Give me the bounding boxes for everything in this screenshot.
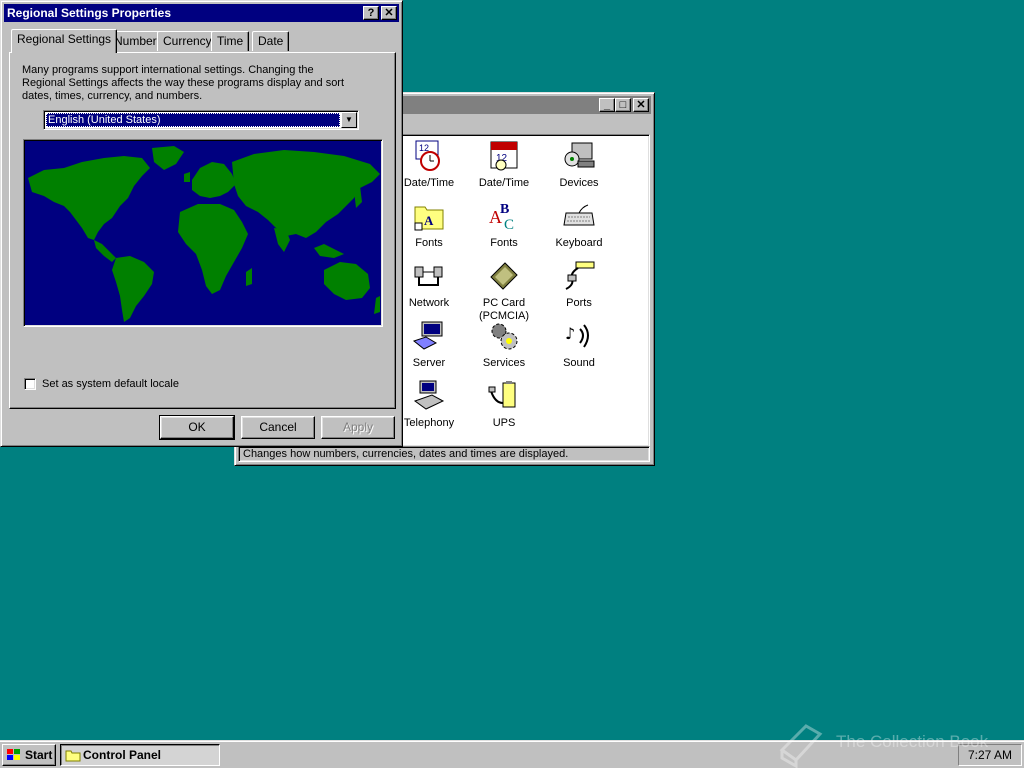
dropdown-arrow-button[interactable]: ▼ xyxy=(341,112,357,128)
svg-text:A: A xyxy=(424,213,434,228)
control-panel-folder-icon xyxy=(65,750,81,762)
world-map xyxy=(23,139,383,327)
icon-label: Date/Time xyxy=(478,177,530,189)
cancel-button[interactable]: Cancel xyxy=(241,416,315,439)
task-label: Control Panel xyxy=(83,748,162,762)
australia-landmass xyxy=(324,262,370,300)
tab-label: Currency xyxy=(163,34,212,48)
icon-label: Sound xyxy=(563,357,595,369)
close-button[interactable]: ✕ xyxy=(381,6,397,20)
central-america-landmass xyxy=(94,240,116,262)
status-text: Changes how numbers, currencies, dates a… xyxy=(243,448,569,460)
tab-time[interactable]: Time xyxy=(211,31,250,51)
icon-fonts-abc[interactable]: A B C Fonts xyxy=(466,199,542,250)
maximize-button[interactable]: □ xyxy=(615,98,631,112)
apply-button: Apply xyxy=(321,416,395,439)
greenland-landmass xyxy=(152,146,184,170)
description-text: Many programs support international sett… xyxy=(22,64,345,102)
tab-label: Number xyxy=(114,34,157,48)
icon-label: Devices xyxy=(559,177,599,189)
pc-card-icon xyxy=(490,262,518,290)
icon-label: Keyboard xyxy=(555,237,603,249)
icon-label: Ports xyxy=(566,297,592,309)
network-icon xyxy=(414,266,443,286)
tab-date[interactable]: Date xyxy=(252,31,290,51)
minimize-button[interactable]: _ xyxy=(599,98,615,112)
help-button[interactable]: ? xyxy=(363,6,379,20)
fonts-abc-icon: A B C xyxy=(489,202,514,233)
fonts-folder-icon: A xyxy=(414,206,444,231)
tab-regional-settings[interactable]: Regional Settings xyxy=(11,29,118,53)
task-control-panel[interactable]: Control Panel xyxy=(60,744,220,766)
apply-label: Apply xyxy=(342,420,374,434)
icon-label: Services xyxy=(482,357,526,369)
server-icon xyxy=(412,321,443,350)
ports-icon xyxy=(565,261,595,290)
tab-currency[interactable]: Currency xyxy=(157,31,218,51)
ups-icon xyxy=(488,381,516,408)
default-locale-checkbox[interactable] xyxy=(24,378,36,390)
europe-landmass xyxy=(192,162,236,198)
icon-sound[interactable]: ♪ Sound xyxy=(541,319,617,370)
svg-text:B: B xyxy=(500,202,509,217)
dialog-title: Regional Settings Properties xyxy=(7,6,172,20)
windows-logo-icon xyxy=(7,749,20,760)
world-map-graphic xyxy=(28,146,380,322)
southeast-asia-islands xyxy=(314,244,344,258)
ok-label: OK xyxy=(188,420,206,434)
tab-panel: Many programs support international sett… xyxy=(9,52,396,409)
icon-ups[interactable]: UPS xyxy=(466,379,542,430)
madagascar-landmass xyxy=(246,268,252,286)
book-logo-icon xyxy=(779,724,823,768)
devices-icon xyxy=(564,142,595,168)
icon-ports[interactable]: Ports xyxy=(541,259,617,310)
start-label: Start xyxy=(25,748,53,762)
icon-keyboard[interactable]: Keyboard xyxy=(541,199,617,250)
close-button[interactable]: ✕ xyxy=(633,98,649,112)
icon-pc-card[interactable]: PC Card (PCMCIA) xyxy=(466,259,542,323)
icon-datetime-calendar[interactable]: 12 Date/Time xyxy=(466,139,542,190)
icon-label: Fonts xyxy=(490,237,518,249)
sound-icon: ♪ xyxy=(565,324,589,348)
locale-dropdown[interactable]: English (United States) ▼ xyxy=(43,110,359,130)
south-america-landmass xyxy=(112,256,154,322)
svg-text:C: C xyxy=(504,217,514,233)
tab-label: Regional Settings xyxy=(17,32,112,46)
telephony-icon xyxy=(413,380,445,410)
services-icon xyxy=(491,323,518,350)
icon-services[interactable]: Services xyxy=(466,319,542,370)
new-zealand-landmass xyxy=(374,296,380,314)
ok-button[interactable]: OK xyxy=(159,415,235,440)
chevron-down-icon: ▼ xyxy=(345,115,353,124)
checkbox-label: Set as system default locale xyxy=(42,378,179,390)
tab-label: Date xyxy=(258,34,284,48)
watermark: The Collection Book xyxy=(776,720,1016,768)
watermark-text: The Collection Book xyxy=(836,732,989,751)
status-bar: Changes how numbers, currencies, dates a… xyxy=(238,446,650,462)
locale-selected-value: English (United States) xyxy=(46,113,340,127)
cancel-label: Cancel xyxy=(259,420,297,434)
africa-landmass xyxy=(178,204,248,294)
dialog-titlebar[interactable]: Regional Settings Properties ? ✕ xyxy=(4,4,399,22)
regional-settings-dialog: Regional Settings Properties ? ✕ Regiona… xyxy=(0,0,403,447)
north-america-landmass xyxy=(28,156,150,240)
calendar-icon: 12 xyxy=(490,141,518,171)
japan-landmass xyxy=(354,186,362,208)
tab-label: Time xyxy=(217,34,244,48)
start-button[interactable]: Start xyxy=(2,744,56,766)
uk-landmass xyxy=(184,172,190,182)
icon-label: UPS xyxy=(492,417,516,429)
locale-text: English (United States) xyxy=(48,114,161,126)
svg-text:♪: ♪ xyxy=(565,324,575,343)
icon-devices[interactable]: Devices xyxy=(541,139,617,190)
clock-icon: 12 xyxy=(415,140,440,171)
keyboard-icon xyxy=(563,204,595,226)
